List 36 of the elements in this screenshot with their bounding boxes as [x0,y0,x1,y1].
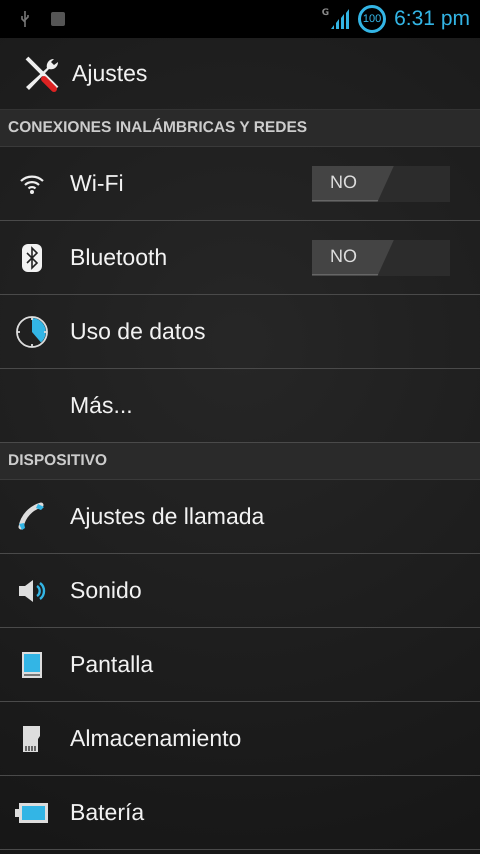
battery-icon [15,802,49,824]
battery-level: 100 [358,5,386,33]
wifi-icon [19,172,45,194]
display-icon [21,650,43,678]
section-header: DISPOSITIVO [0,443,480,480]
usb-icon [20,10,30,28]
signal-icon [330,8,350,30]
item-label: Almacenamiento [70,725,242,752]
phone-handset-icon [17,502,47,532]
section-header: CONEXIONES INALÁMBRICAS Y REDES [0,110,480,147]
item-label: Más... [70,392,134,419]
settings-item[interactable]: Sonido [0,554,480,628]
settings-item[interactable]: Batería [0,776,480,850]
speaker-icon [17,578,47,604]
settings-item[interactable]: Bluetooth NO [0,221,480,295]
clock-pie-icon [15,314,49,348]
settings-item[interactable]: Uso de datos [0,295,480,369]
memory-card-icon [22,724,42,752]
settings-item[interactable]: Ajustes de llamada [0,480,480,554]
item-label: Pantalla [70,651,154,678]
screen-title: Ajustes [72,60,148,87]
settings-item[interactable]: Pantalla [0,628,480,702]
item-label: Batería [70,799,146,826]
settings-item[interactable]: Wi-Fi NO [0,147,480,221]
toggle-switch[interactable]: NO [312,240,450,276]
toggle-switch[interactable]: NO [312,166,450,202]
network-type: G [322,8,330,18]
settings-item[interactable]: Almacenamiento [0,702,480,776]
chip-icon [50,11,66,27]
item-label: Ajustes de llamada [70,503,266,530]
item-label: Uso de datos [70,318,207,345]
bluetooth-icon [21,242,43,272]
item-label: Bluetooth [70,244,168,271]
clock-time: 6:31 pm [394,7,470,31]
item-label: Wi-Fi [70,170,125,197]
item-label: Sonido [70,577,143,604]
